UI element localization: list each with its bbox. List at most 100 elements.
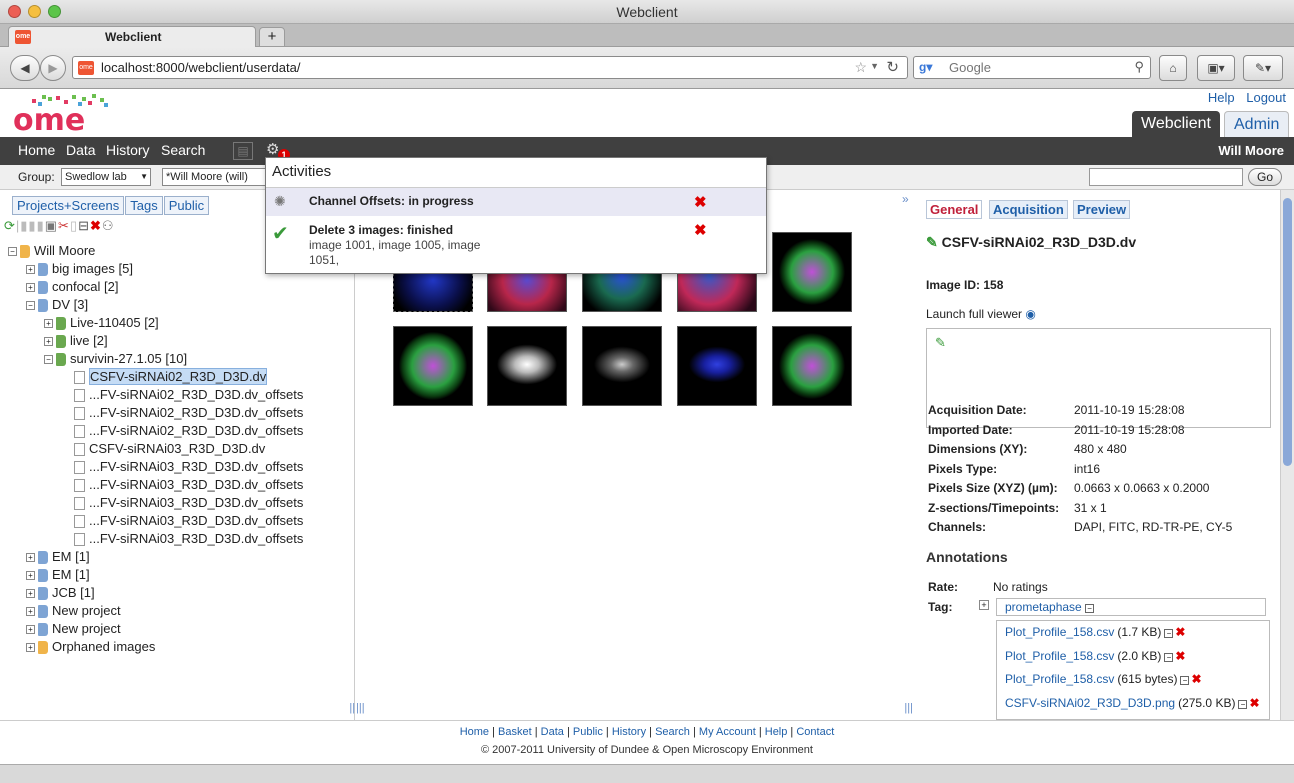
- tree-node-label[interactable]: Live-110405 [2]: [70, 315, 159, 330]
- tree-node-label[interactable]: live [2]: [70, 333, 108, 348]
- expand-toggle-icon[interactable]: +: [26, 553, 35, 563]
- chgrp-icon[interactable]: ⚇: [102, 218, 115, 233]
- group-select[interactable]: Swedlow lab ▼: [61, 168, 151, 186]
- search-input[interactable]: [949, 59, 1129, 76]
- home-button[interactable]: ⌂: [1159, 55, 1187, 81]
- page-scrollbar[interactable]: [1280, 190, 1294, 720]
- resize-handle-center-right[interactable]: |||: [904, 702, 913, 714]
- nav-data[interactable]: Data: [66, 142, 96, 158]
- scrollbar-thumb[interactable]: [1283, 198, 1292, 466]
- footer-link[interactable]: Search: [655, 726, 690, 738]
- expand-toggle-icon[interactable]: +: [44, 337, 53, 347]
- filter-input[interactable]: [1089, 168, 1243, 186]
- tab-general[interactable]: General: [926, 200, 983, 219]
- search-box[interactable]: g▾ ⚲: [913, 56, 1151, 79]
- expand-toggle-icon[interactable]: −: [8, 247, 17, 257]
- tree-node[interactable]: + Orphaned images: [26, 638, 155, 656]
- rate-value[interactable]: No ratings: [993, 580, 1048, 594]
- edit-pencil-icon[interactable]: ✎: [926, 234, 938, 250]
- tree-node[interactable]: CSFV-siRNAi02_R3D_D3D.dv: [74, 368, 268, 386]
- thumbnail[interactable]: [772, 326, 852, 406]
- user-select[interactable]: *Will Moore (will): [162, 168, 266, 186]
- tree-node[interactable]: + JCB [1]: [26, 584, 95, 602]
- url-input[interactable]: [101, 59, 841, 76]
- thumbnail[interactable]: [393, 326, 473, 406]
- expand-toggle-icon[interactable]: +: [26, 643, 35, 653]
- expand-right-icon[interactable]: »: [902, 192, 909, 206]
- tree-node[interactable]: + confocal [2]: [26, 278, 119, 296]
- logout-link[interactable]: Logout: [1246, 90, 1286, 105]
- file-link[interactable]: CSFV-siRNAi02_R3D_D3D.png: [1005, 696, 1175, 710]
- reload-icon[interactable]: ↻: [886, 58, 899, 76]
- tree-node[interactable]: ...FV-siRNAi03_R3D_D3D.dv_offsets: [74, 512, 303, 530]
- expand-toggle-icon[interactable]: +: [26, 265, 35, 275]
- nav-search[interactable]: Search: [161, 142, 205, 158]
- google-icon[interactable]: g▾: [919, 60, 932, 74]
- new-tab-button[interactable]: +: [259, 27, 285, 47]
- tree-node[interactable]: ...FV-siRNAi03_R3D_D3D.dv_offsets: [74, 458, 303, 476]
- tree-node[interactable]: + big images [5]: [26, 260, 133, 278]
- help-link[interactable]: Help: [1208, 90, 1235, 105]
- footer-link[interactable]: Home: [460, 726, 489, 738]
- tree-node[interactable]: − Will Moore: [8, 242, 95, 260]
- delete-annotation-icon[interactable]: ✖: [1191, 672, 1201, 686]
- tree-node-label[interactable]: ...FV-siRNAi03_R3D_D3D.dv_offsets: [89, 531, 303, 546]
- tab-projects-screens[interactable]: Projects+Screens: [12, 196, 125, 215]
- browser-tab[interactable]: ome Webclient: [8, 26, 256, 47]
- tab-admin[interactable]: Admin: [1224, 111, 1290, 137]
- footer-link[interactable]: Public: [573, 726, 603, 738]
- tab-preview[interactable]: Preview: [1073, 200, 1131, 219]
- remove-activity-icon[interactable]: ✖: [694, 193, 707, 211]
- thumbnail[interactable]: [487, 326, 567, 406]
- tree-node-label[interactable]: EM [1]: [52, 567, 90, 582]
- delete-annotation-icon[interactable]: ✖: [1175, 625, 1185, 639]
- tree-node-label[interactable]: EM [1]: [52, 549, 90, 564]
- tree-node[interactable]: + New project: [26, 620, 121, 638]
- tree-node-label[interactable]: Orphaned images: [52, 639, 155, 654]
- tab-acquisition[interactable]: Acquisition: [989, 200, 1068, 219]
- tree-node[interactable]: − survivin-27.1.05 [10]: [44, 350, 187, 368]
- copy-icon[interactable]: ▣: [45, 218, 58, 233]
- tree-node[interactable]: ...FV-siRNAi03_R3D_D3D.dv_offsets: [74, 476, 303, 494]
- remove-annotation-icon[interactable]: −: [1164, 629, 1174, 638]
- tree-node-label[interactable]: DV [3]: [52, 297, 88, 312]
- footer-link[interactable]: Data: [541, 726, 564, 738]
- expand-toggle-icon[interactable]: +: [26, 589, 35, 599]
- file-link[interactable]: Plot_Profile_158.csv: [1005, 625, 1114, 639]
- tree-node-label[interactable]: ...FV-siRNAi03_R3D_D3D.dv_offsets: [89, 459, 303, 474]
- tree-node[interactable]: + live [2]: [44, 332, 108, 350]
- bookmark-star-icon[interactable]: ☆: [854, 59, 867, 76]
- delete-annotation-icon[interactable]: ✖: [1249, 696, 1259, 710]
- remove-annotation-icon[interactable]: −: [1164, 652, 1174, 662]
- remove-tag-icon[interactable]: −: [1085, 604, 1095, 613]
- refresh-icon[interactable]: ⟳: [4, 218, 16, 233]
- footer-link[interactable]: My Account: [699, 726, 756, 738]
- edit-description-icon[interactable]: ✎: [935, 335, 946, 351]
- zoom-window-button[interactable]: [48, 5, 61, 18]
- eye-icon[interactable]: ◉: [1025, 307, 1035, 321]
- expand-toggle-icon[interactable]: +: [26, 625, 35, 635]
- thumbnail[interactable]: [582, 326, 662, 406]
- back-button[interactable]: ◀: [10, 55, 40, 81]
- forward-button[interactable]: ▶: [40, 55, 66, 81]
- tree-node-label[interactable]: survivin-27.1.05 [10]: [70, 351, 187, 366]
- tree-node-label[interactable]: CSFV-siRNAi03_R3D_D3D.dv: [89, 441, 265, 456]
- go-button[interactable]: Go: [1248, 168, 1282, 186]
- thumbnail[interactable]: [677, 326, 757, 406]
- footer-link[interactable]: Help: [765, 726, 788, 738]
- launch-viewer-link[interactable]: Launch full viewer: [926, 307, 1022, 321]
- url-bar[interactable]: ome ☆ ▼ ↻: [72, 56, 908, 79]
- tree-node[interactable]: CSFV-siRNAi03_R3D_D3D.dv: [74, 440, 265, 458]
- tab-tags[interactable]: Tags: [125, 196, 163, 215]
- add-tag-icon[interactable]: +: [979, 600, 989, 610]
- magnifier-icon[interactable]: ⚲: [1134, 59, 1144, 75]
- tree-node[interactable]: + EM [1]: [26, 548, 90, 566]
- tree-node-label[interactable]: ...FV-siRNAi02_R3D_D3D.dv_offsets: [89, 405, 303, 420]
- tree-node[interactable]: + Live-110405 [2]: [44, 314, 159, 332]
- file-link[interactable]: Plot_Profile_158.csv: [1005, 672, 1114, 686]
- expand-toggle-icon[interactable]: +: [44, 319, 53, 329]
- tree-node-label[interactable]: ...FV-siRNAi02_R3D_D3D.dv_offsets: [89, 387, 303, 402]
- footer-link[interactable]: Basket: [498, 726, 532, 738]
- tree-node-label[interactable]: CSFV-siRNAi02_R3D_D3D.dv: [89, 368, 268, 385]
- tree-node[interactable]: + EM [1]: [26, 566, 90, 584]
